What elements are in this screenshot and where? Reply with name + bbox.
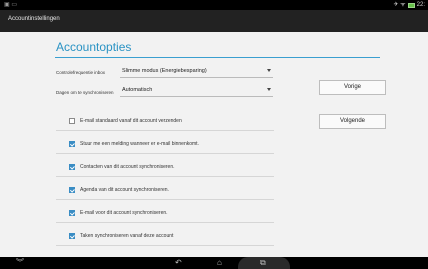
checkbox[interactable] <box>69 210 75 216</box>
battery-icon <box>407 2 415 8</box>
checkbox[interactable] <box>69 118 75 124</box>
recents-highlight: ⧉ <box>238 257 290 269</box>
dropdown-arrow-icon <box>267 69 271 72</box>
checkbox-label: E-mail standaard vanaf dit account verze… <box>80 118 182 124</box>
checkbox[interactable] <box>69 141 75 147</box>
recents-icon[interactable]: ⧉ <box>260 259 266 267</box>
checkbox-label: Stuur me een melding wanneer er e-mail b… <box>80 141 199 147</box>
previous-button[interactable]: Vorige <box>319 80 386 95</box>
action-bar: Accountinstellingen <box>0 10 428 32</box>
checkbox-sync-contacts[interactable]: Contacten van dit account synchroniseren… <box>56 158 274 177</box>
navigation-bar: ︾ ↶ ⌂ <box>0 257 428 269</box>
inbox-frequency-label: Controlefrequentie inbox <box>56 70 106 75</box>
system-tray: ✈ ᯤ 22: <box>393 1 425 9</box>
checkbox[interactable] <box>69 164 75 170</box>
checkbox-sync-tasks[interactable]: Taken synchroniseren vanaf deze account <box>56 227 274 246</box>
checkbox[interactable] <box>69 187 75 193</box>
status-bar: ▣ ▭ ✈ ᯤ 22: <box>0 0 428 10</box>
inbox-frequency-value: Slimme modus (Energiebesparing) <box>122 68 207 74</box>
dropdown-arrow-icon <box>267 88 271 91</box>
checkbox-label: E-mail voor dit account synchroniseren. <box>80 210 168 216</box>
heading-divider <box>55 57 380 58</box>
back-icon[interactable]: ↶ <box>175 259 182 267</box>
checkbox-sync-calendar[interactable]: Agenda van dit account synchroniseren. <box>56 181 274 200</box>
sync-days-dropdown[interactable]: Automatisch <box>120 86 273 97</box>
checkbox-default-account[interactable]: E-mail standaard vanaf dit account verze… <box>56 112 274 131</box>
sync-days-value: Automatisch <box>122 87 153 93</box>
page-title: Accountinstellingen <box>8 16 60 22</box>
inbox-frequency-dropdown[interactable]: Slimme modus (Energiebesparing) <box>120 67 273 78</box>
wifi-signal-icon: ✈ ᯤ <box>393 2 406 8</box>
checkbox-email-notification[interactable]: Stuur me een melding wanneer er e-mail b… <box>56 135 274 154</box>
home-icon[interactable]: ⌂ <box>217 259 222 267</box>
next-button[interactable]: Volgende <box>319 114 386 129</box>
checkbox-label: Agenda van dit account synchroniseren. <box>80 187 169 193</box>
checkbox[interactable] <box>69 233 75 239</box>
notification-icons: ▣ ▭ <box>4 2 18 8</box>
section-heading: Accountopties <box>56 40 132 54</box>
clock: 22: <box>416 2 425 8</box>
checkbox-label: Taken synchroniseren vanaf deze account <box>80 233 174 239</box>
checkbox-sync-email[interactable]: E-mail voor dit account synchroniseren. <box>56 204 274 223</box>
keyboard-hide-icon[interactable]: ︾ <box>16 259 24 267</box>
sync-days-label: Dagen om te synchroniseren <box>56 90 114 95</box>
checkbox-label: Contacten van dit account synchroniseren… <box>80 164 175 170</box>
